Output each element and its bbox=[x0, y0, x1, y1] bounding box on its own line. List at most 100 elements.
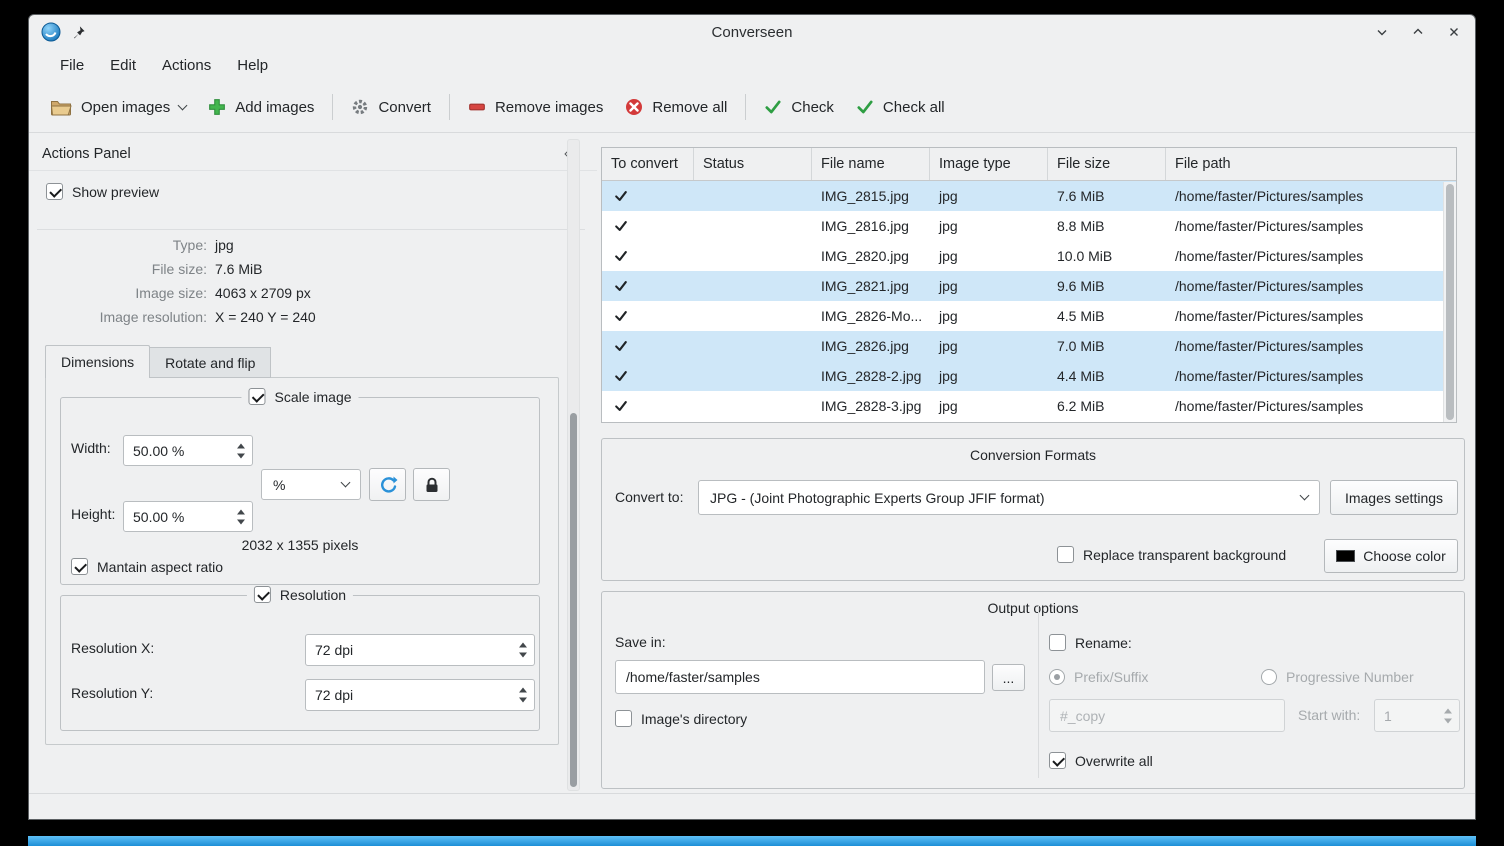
scrollbar-thumb[interactable] bbox=[570, 413, 577, 787]
image-type-cell: jpg bbox=[930, 181, 1048, 211]
tab-dimensions[interactable]: Dimensions bbox=[45, 345, 150, 378]
app-icon bbox=[41, 22, 61, 42]
table-row[interactable]: IMG_2816.jpg jpg 8.8 MiB /home/faster/Pi… bbox=[602, 211, 1456, 241]
lock-aspect-button[interactable] bbox=[413, 468, 450, 501]
overwrite-all-checkbox[interactable]: Overwrite all bbox=[1049, 752, 1153, 769]
to-convert-cell[interactable] bbox=[602, 271, 694, 301]
menu-help[interactable]: Help bbox=[224, 53, 281, 78]
progressive-number-radio[interactable]: Progressive Number bbox=[1261, 669, 1414, 685]
resolution-x-spinbox[interactable]: 72 dpi bbox=[305, 634, 535, 666]
format-combobox[interactable]: JPG - (Joint Photographic Experts Group … bbox=[698, 480, 1320, 515]
to-convert-cell[interactable] bbox=[602, 211, 694, 241]
prefix-suffix-radio[interactable]: Prefix/Suffix bbox=[1049, 669, 1148, 685]
rename-checkbox[interactable]: Rename: bbox=[1049, 634, 1132, 651]
table-row[interactable]: IMG_2826.jpg jpg 7.0 MiB /home/faster/Pi… bbox=[602, 331, 1456, 361]
maximize-button[interactable] bbox=[1409, 23, 1427, 41]
file-size-cell: 7.0 MiB bbox=[1048, 331, 1166, 361]
checkbox-box[interactable] bbox=[1049, 634, 1066, 651]
checkbox-box[interactable] bbox=[71, 558, 88, 575]
checkbox-box[interactable] bbox=[254, 586, 271, 603]
remove-images-button[interactable]: Remove images bbox=[457, 91, 614, 123]
to-convert-cell[interactable] bbox=[602, 241, 694, 271]
choose-color-button[interactable]: Choose color bbox=[1324, 539, 1458, 573]
spin-up-icon[interactable] bbox=[237, 509, 245, 514]
check-all-button[interactable]: Check all bbox=[845, 91, 956, 123]
column-to-convert[interactable]: To convert bbox=[602, 148, 694, 180]
save-path-input[interactable] bbox=[615, 660, 985, 694]
checkbox-box[interactable] bbox=[1049, 752, 1066, 769]
menu-file[interactable]: File bbox=[47, 53, 97, 78]
table-row[interactable]: IMG_2828-3.jpg jpg 6.2 MiB /home/faster/… bbox=[602, 391, 1456, 421]
menu-actions[interactable]: Actions bbox=[149, 53, 224, 78]
close-button[interactable] bbox=[1445, 23, 1463, 41]
spin-down-icon[interactable] bbox=[237, 453, 245, 458]
menu-edit[interactable]: Edit bbox=[97, 53, 149, 78]
file-name-cell: IMG_2828-2.jpg bbox=[812, 361, 930, 391]
radio-circle[interactable] bbox=[1261, 669, 1277, 685]
table-scrollbar[interactable] bbox=[1443, 182, 1456, 422]
scrollbar-thumb[interactable] bbox=[1446, 184, 1454, 420]
spin-down-icon[interactable] bbox=[1444, 718, 1452, 723]
minimize-button[interactable] bbox=[1373, 23, 1391, 41]
unit-combobox[interactable]: % bbox=[261, 469, 361, 500]
to-convert-cell[interactable] bbox=[602, 181, 694, 211]
table-row[interactable]: IMG_2828-2.jpg jpg 4.4 MiB /home/faster/… bbox=[602, 361, 1456, 391]
check-icon bbox=[764, 98, 782, 116]
radio-circle[interactable] bbox=[1049, 669, 1065, 685]
spin-up-icon[interactable] bbox=[519, 688, 527, 693]
resolution-y-value: 72 dpi bbox=[315, 687, 353, 703]
to-convert-cell[interactable] bbox=[602, 391, 694, 421]
spin-up-icon[interactable] bbox=[237, 443, 245, 448]
add-images-button[interactable]: Add images bbox=[197, 91, 325, 123]
table-row[interactable]: IMG_2826-Mo... jpg 4.5 MiB /home/faster/… bbox=[602, 301, 1456, 331]
scale-image-checkbox[interactable]: Scale image bbox=[241, 388, 358, 405]
convert-button[interactable]: Convert bbox=[340, 91, 442, 123]
spin-down-icon[interactable] bbox=[519, 653, 527, 658]
maintain-aspect-ratio-checkbox[interactable]: Mantain aspect ratio bbox=[71, 558, 223, 575]
checkbox-box[interactable] bbox=[1057, 546, 1074, 563]
column-file-name[interactable]: File name bbox=[812, 148, 930, 180]
close-icon bbox=[1446, 24, 1462, 40]
to-convert-cell[interactable] bbox=[602, 361, 694, 391]
column-status[interactable]: Status bbox=[694, 148, 812, 180]
width-spinbox[interactable]: 50.00 % bbox=[123, 435, 253, 466]
checkbox-box[interactable] bbox=[46, 183, 63, 200]
spin-up-icon[interactable] bbox=[519, 643, 527, 648]
resolution-y-spinbox[interactable]: 72 dpi bbox=[305, 679, 535, 711]
rename-pattern-input[interactable] bbox=[1049, 699, 1285, 732]
spin-down-icon[interactable] bbox=[237, 519, 245, 524]
images-settings-button[interactable]: Images settings bbox=[1330, 480, 1458, 515]
panel-scrollbar[interactable] bbox=[567, 139, 580, 791]
table-row[interactable]: IMG_2821.jpg jpg 9.6 MiB /home/faster/Pi… bbox=[602, 271, 1456, 301]
to-convert-cell[interactable] bbox=[602, 331, 694, 361]
refresh-button[interactable] bbox=[369, 468, 406, 501]
image-size-label: Image size: bbox=[29, 285, 215, 301]
separator bbox=[37, 229, 585, 230]
start-with-spinbox[interactable]: 1 bbox=[1374, 699, 1460, 732]
height-spinbox[interactable]: 50.00 % bbox=[123, 501, 253, 532]
table-row[interactable]: IMG_2820.jpg jpg 10.0 MiB /home/faster/P… bbox=[602, 241, 1456, 271]
checkbox-box[interactable] bbox=[248, 388, 265, 405]
column-image-type[interactable]: Image type bbox=[930, 148, 1048, 180]
remove-all-button[interactable]: Remove all bbox=[614, 91, 738, 123]
images-directory-checkbox[interactable]: Image's directory bbox=[615, 710, 747, 727]
to-convert-cell[interactable] bbox=[602, 301, 694, 331]
preview-info: Type: jpg File size: 7.6 MiB Image size:… bbox=[29, 233, 585, 329]
resolution-checkbox[interactable]: Resolution bbox=[247, 586, 353, 603]
checkbox-box[interactable] bbox=[615, 710, 632, 727]
pin-icon[interactable] bbox=[71, 25, 86, 40]
column-file-path[interactable]: File path bbox=[1166, 148, 1456, 180]
file-name-cell: IMG_2815.jpg bbox=[812, 181, 930, 211]
spin-down-icon[interactable] bbox=[519, 698, 527, 703]
table-row[interactable]: IMG_2815.jpg jpg 7.6 MiB /home/faster/Pi… bbox=[602, 181, 1456, 211]
show-preview-checkbox[interactable]: Show preview bbox=[46, 183, 159, 200]
spin-up-icon[interactable] bbox=[1444, 708, 1452, 713]
column-file-size[interactable]: File size bbox=[1048, 148, 1166, 180]
check-icon bbox=[614, 339, 628, 353]
open-images-button[interactable]: Open images bbox=[39, 91, 197, 123]
replace-transparent-checkbox[interactable]: Replace transparent background bbox=[1057, 546, 1286, 563]
tab-rotate-and-flip[interactable]: Rotate and flip bbox=[150, 347, 271, 378]
browse-button[interactable]: ... bbox=[992, 664, 1025, 691]
check-button[interactable]: Check bbox=[753, 91, 845, 123]
file-path-cell: /home/faster/Pictures/samples bbox=[1166, 391, 1456, 421]
